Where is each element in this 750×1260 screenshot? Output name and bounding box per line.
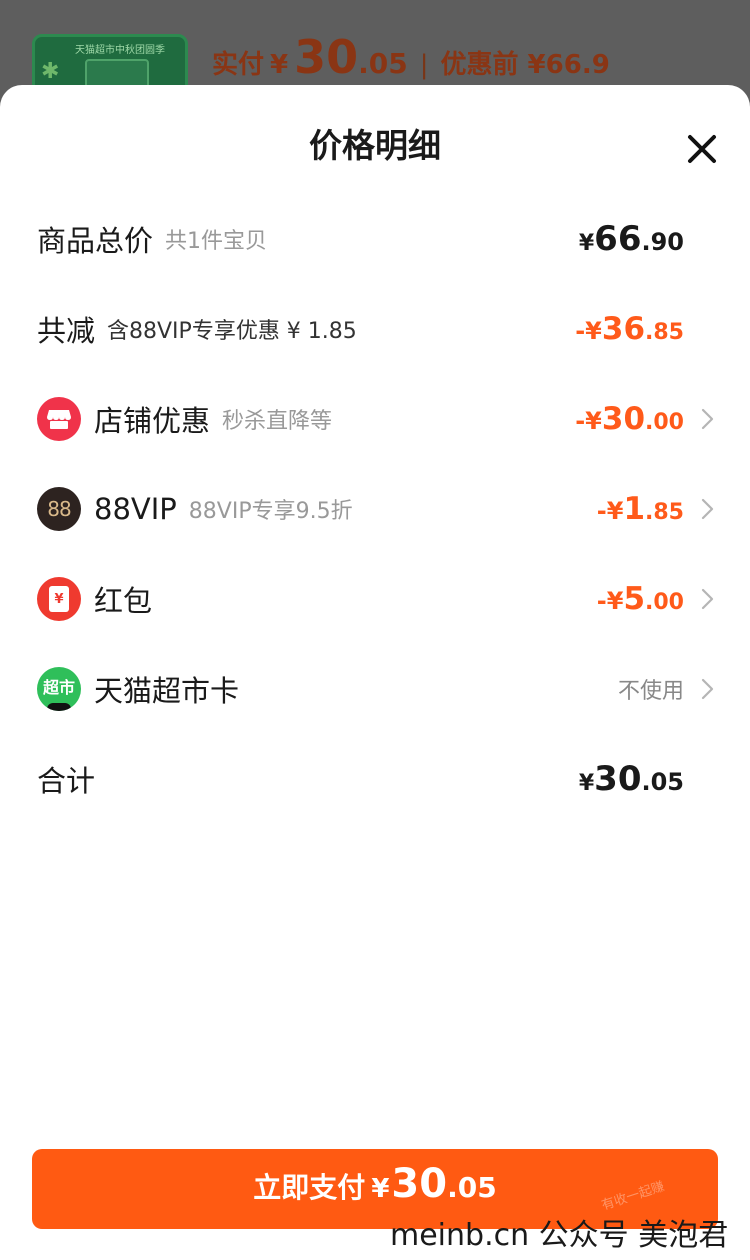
tmall-market-icon: 超市: [37, 667, 81, 711]
decorative-star-icon: ✱: [41, 59, 60, 84]
tmall-icon-text: 超市: [42, 678, 75, 697]
shop-discount-amount: -¥ 30 .00: [575, 401, 684, 437]
currency-symbol: -¥: [575, 317, 602, 345]
amount-integer: 36: [601, 311, 646, 347]
grand-total-amount: ¥ 30 .05: [579, 759, 684, 799]
amount-decimal: .00: [645, 590, 684, 615]
grand-total-label: 合计: [37, 764, 96, 798]
pay-button-label: 立即支付: [253, 1171, 366, 1204]
vip-icon-text: 88: [47, 497, 71, 521]
row-88vip-discount[interactable]: 88 88VIP 88VIP专享9.5折 -¥ 1 .85: [0, 479, 750, 539]
vip-label: 88VIP: [94, 492, 177, 526]
currency-symbol: -¥: [596, 497, 624, 525]
amount-decimal: .85: [645, 320, 684, 345]
vip-desc: 88VIP专享9.5折: [188, 499, 353, 524]
original-price: 优惠前 ¥66.9: [440, 50, 610, 80]
row-item-total: 商品总价 共1件宝贝 ¥ 66 .90: [0, 209, 750, 269]
paid-currency: ¥: [270, 50, 289, 80]
chevron-right-icon[interactable]: [698, 587, 718, 611]
amount-decimal: .05: [641, 768, 684, 796]
shop-discount-desc: 秒杀直降等: [222, 409, 333, 434]
item-total-label: 商品总价: [37, 224, 154, 258]
item-total-amount: ¥ 66 .90: [579, 219, 684, 259]
red-packet-icon-text: ¥: [54, 591, 64, 607]
red-packet-icon: ¥: [37, 577, 81, 621]
chevron-right-icon[interactable]: [698, 677, 718, 701]
background-price-summary: 实付 ¥ 30 .05 | 优惠前 ¥66.9: [212, 30, 610, 90]
paid-integer: 30: [294, 30, 359, 84]
currency-symbol: ¥: [371, 1174, 390, 1204]
row-tmall-market-card[interactable]: 超市 天猫超市卡 不使用: [0, 659, 750, 719]
amount-decimal: .00: [645, 410, 684, 435]
row-shop-discount[interactable]: 店铺优惠 秒杀直降等 -¥ 30 .00: [0, 389, 750, 449]
shop-discount-label: 店铺优惠: [94, 404, 211, 438]
amount-integer: 30: [594, 759, 642, 799]
chevron-right-icon[interactable]: [698, 407, 718, 431]
close-icon[interactable]: [680, 127, 724, 171]
total-reduction-label: 共减: [37, 314, 96, 348]
currency-symbol: -¥: [575, 407, 602, 435]
amount-decimal: .90: [641, 228, 684, 256]
row-total-reduction: 共减 含88VIP专享优惠 ¥ 1.85 -¥ 36 .85: [0, 299, 750, 359]
total-reduction-amount: -¥ 36 .85: [575, 311, 684, 347]
paid-decimal: .05: [358, 47, 408, 80]
sheet-title: 价格明细: [309, 126, 441, 165]
row-red-packet[interactable]: ¥ 红包 -¥ 5 .00: [0, 569, 750, 629]
amount-integer: 66: [594, 219, 642, 259]
currency-symbol: ¥: [578, 231, 595, 256]
item-count: 共1件宝贝: [165, 229, 268, 254]
thumbnail-caption: 天猫超市中秋团圆季: [75, 45, 165, 56]
vip-discount-amount: -¥ 1 .85: [597, 491, 684, 527]
close-button[interactable]: [680, 127, 724, 171]
red-packet-label: 红包: [94, 584, 153, 618]
currency-symbol: -¥: [596, 587, 624, 615]
vip-88-icon: 88: [37, 487, 81, 531]
vip-discount-note: 含88VIP专享优惠 ¥ 1.85: [107, 319, 357, 344]
amount-integer: 30: [391, 1161, 448, 1207]
paid-label: 实付: [212, 50, 265, 80]
row-grand-total: 合计 ¥ 30 .05: [0, 749, 750, 809]
red-packet-amount: -¥ 5 .00: [597, 581, 684, 617]
amount-decimal: .05: [447, 1171, 497, 1204]
currency-symbol: ¥: [578, 771, 595, 796]
tmall-card-label: 天猫超市卡: [94, 674, 240, 708]
amount-integer: 5: [623, 581, 646, 617]
price-separator: |: [419, 50, 429, 80]
tmall-card-status: 不使用: [617, 679, 684, 704]
amount-integer: 30: [601, 401, 646, 437]
amount-decimal: .85: [645, 500, 684, 525]
price-detail-sheet: 价格明细 商品总价 共1件宝贝 ¥ 66 .90 共减 含88VIP专享优惠 ¥…: [0, 85, 750, 1260]
shop-icon: [37, 397, 81, 441]
amount-integer: 1: [623, 491, 646, 527]
watermark-text: meinb.cn 公众号 美泡君: [390, 1218, 729, 1253]
chevron-right-icon[interactable]: [698, 497, 718, 521]
